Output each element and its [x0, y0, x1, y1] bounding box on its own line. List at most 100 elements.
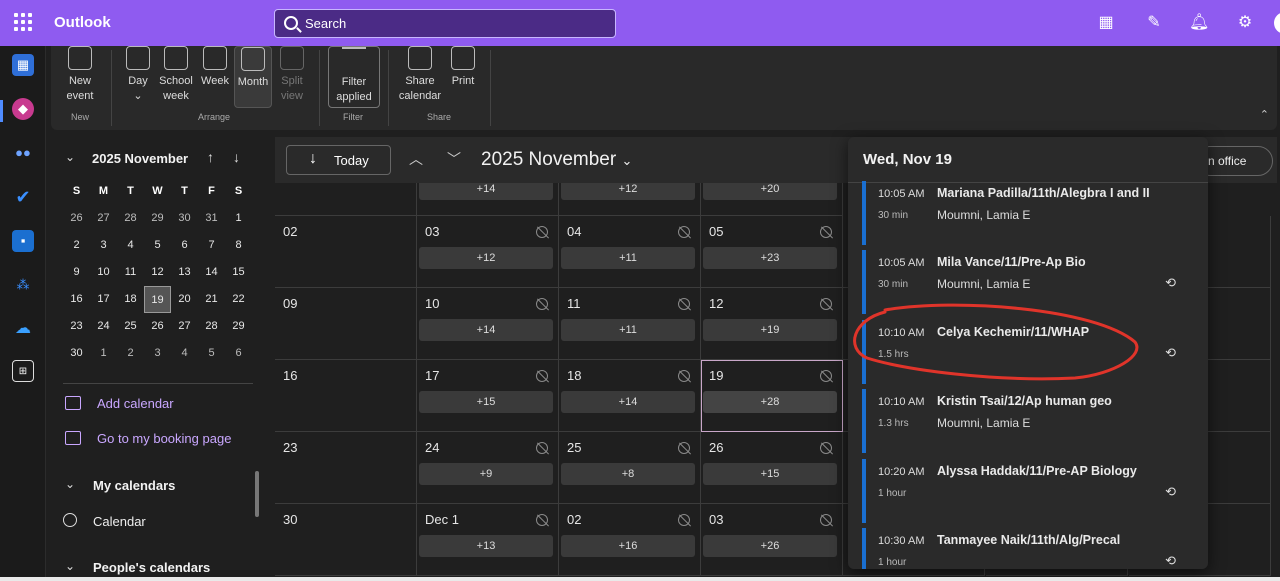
day-cell[interactable]: 04 +11 [559, 216, 701, 288]
chevron-down-icon[interactable]: ⌄ [65, 477, 75, 491]
mini-calendar-day[interactable]: 30 [171, 205, 198, 232]
mini-calendar-day[interactable]: 27 [90, 205, 117, 232]
mini-calendar-day[interactable]: 29 [225, 313, 252, 340]
mini-calendar-day[interactable]: 28 [117, 205, 144, 232]
mini-calendar-day[interactable]: 17 [90, 286, 117, 313]
share-calendar-button[interactable]: Share calendar [397, 46, 443, 104]
day-cell[interactable]: +14 [417, 183, 559, 216]
day-cell[interactable]: 18 +14 [559, 360, 701, 432]
todo-icon[interactable]: ✔ [12, 186, 34, 208]
day-cell[interactable]: 05 +23 [701, 216, 843, 288]
week-view-button[interactable]: Week [199, 46, 231, 89]
mini-calendar-day[interactable]: 5 [144, 232, 171, 259]
mini-calendar-day[interactable]: 13 [171, 259, 198, 286]
gear-icon[interactable]: ⚙ [1235, 13, 1255, 33]
mini-calendar-day[interactable]: 19 [144, 286, 171, 313]
more-events-button[interactable]: +20 [703, 183, 837, 200]
mini-calendar-day[interactable]: 4 [117, 232, 144, 259]
onedrive-icon[interactable]: ☁ [12, 318, 34, 340]
day-cell[interactable]: 25 +8 [559, 432, 701, 504]
more-events-button[interactable]: +14 [419, 319, 553, 341]
more-events-button[interactable]: +15 [419, 391, 553, 413]
mini-calendar-day[interactable]: 23 [63, 313, 90, 340]
mini-calendar-day[interactable]: 20 [171, 286, 198, 313]
more-events-button[interactable]: +15 [703, 463, 837, 485]
booking-page-link[interactable]: Go to my booking page [97, 431, 231, 446]
day-cell[interactable]: 30 [275, 504, 417, 576]
mini-calendar-day[interactable]: 26 [144, 313, 171, 340]
more-events-button[interactable]: +8 [561, 463, 695, 485]
mini-calendar-day[interactable]: 2 [63, 232, 90, 259]
day-view-button[interactable]: Day ⌄ [123, 46, 153, 104]
people-icon[interactable]: ●● [12, 142, 34, 164]
app-launcher-icon[interactable] [14, 13, 32, 31]
filter-button[interactable]: Filter applied [328, 46, 380, 108]
day-cell[interactable] [275, 183, 417, 216]
mini-calendar-day[interactable]: 30 [63, 340, 90, 367]
more-events-button[interactable]: +19 [703, 319, 837, 341]
mini-calendar-title[interactable]: 2025 November [92, 151, 188, 166]
event-item[interactable]: 10:10 AM 1.5 hrs Celya Kechemir/11/WHAP ⟲ [862, 320, 1192, 384]
mini-calendar-day[interactable]: 26 [63, 205, 90, 232]
more-events-button[interactable]: +14 [419, 183, 553, 200]
day-cell[interactable]: 23 [275, 432, 417, 504]
mini-calendar-day[interactable]: 3 [90, 232, 117, 259]
split-view-button[interactable]: Split view [275, 46, 309, 104]
mini-calendar-day[interactable]: 2 [117, 340, 144, 367]
mini-calendar-day[interactable]: 6 [171, 232, 198, 259]
day-cell[interactable]: 02 +16 [559, 504, 701, 576]
day-cell[interactable]: 12 +19 [701, 288, 843, 360]
day-cell[interactable]: 17 +15 [417, 360, 559, 432]
mini-calendar-day[interactable]: 15 [225, 259, 252, 286]
day-cell[interactable]: 03 +12 [417, 216, 559, 288]
mini-calendar-day[interactable]: 18 [117, 286, 144, 313]
today-button[interactable]: ↓ Today [286, 145, 391, 175]
more-events-button[interactable]: +9 [419, 463, 553, 485]
avatar[interactable] [1274, 12, 1280, 34]
chevron-down-icon[interactable]: ⌄ [65, 559, 75, 573]
calendar-name[interactable]: Calendar [93, 514, 146, 529]
save-icon[interactable]: ▪ [12, 230, 34, 252]
mini-calendar-day[interactable]: 1 [225, 205, 252, 232]
mini-calendar-day[interactable]: 7 [198, 232, 225, 259]
more-events-button[interactable]: +12 [419, 247, 553, 269]
month-title[interactable]: 2025 November ⌄ [481, 149, 632, 171]
mini-calendar-day[interactable]: 5 [198, 340, 225, 367]
mini-calendar-day[interactable]: 8 [225, 232, 252, 259]
sidebar-scrollbar[interactable] [255, 471, 259, 517]
event-item[interactable]: 10:20 AM 1 hour Alyssa Haddak/11/Pre-AP Bi… [862, 459, 1192, 523]
collapse-ribbon-icon[interactable]: ⌃ [1260, 108, 1269, 121]
day-cell[interactable]: 26 +15 [701, 432, 843, 504]
more-events-button[interactable]: +28 [703, 391, 837, 413]
day-cell[interactable]: 19 +28 [701, 360, 843, 432]
notes-icon[interactable]: ✎ [1144, 13, 1164, 33]
excel-icon[interactable]: ▦ [1096, 13, 1116, 33]
mini-calendar-day[interactable]: 21 [198, 286, 225, 313]
bell-icon[interactable]: 🔔︎ [1189, 13, 1209, 33]
mini-calendar-day[interactable]: 27 [171, 313, 198, 340]
print-button[interactable]: Print [449, 46, 477, 89]
day-cell[interactable]: Dec 1 +13 [417, 504, 559, 576]
mini-calendar-day[interactable]: 22 [225, 286, 252, 313]
more-events-button[interactable]: +23 [703, 247, 837, 269]
next-month-icon[interactable]: ↓ [233, 149, 240, 165]
more-events-button[interactable]: +16 [561, 535, 695, 557]
mini-calendar-day[interactable]: 12 [144, 259, 171, 286]
mini-calendar-day[interactable]: 28 [198, 313, 225, 340]
peoples-calendars-header[interactable]: People's calendars [93, 560, 210, 575]
day-cell[interactable]: 02 [275, 216, 417, 288]
mini-calendar-day[interactable]: 29 [144, 205, 171, 232]
chevron-down-icon[interactable]: ⌄ [65, 150, 75, 164]
copilot-icon[interactable]: ◆ [12, 98, 34, 120]
day-cell[interactable]: 11 +11 [559, 288, 701, 360]
event-item[interactable]: 10:10 AM 1.3 hrs Kristin Tsai/12/Ap human … [862, 389, 1192, 453]
mini-calendar-day[interactable]: 11 [117, 259, 144, 286]
calendar-app-icon[interactable]: ▦ [12, 54, 34, 76]
more-events-button[interactable]: +11 [561, 319, 695, 341]
mini-calendar-day[interactable]: 24 [90, 313, 117, 340]
calendar-toggle[interactable] [63, 513, 77, 527]
prev-month-icon[interactable]: ↑ [207, 149, 214, 165]
mini-calendar-day[interactable]: 31 [198, 205, 225, 232]
day-cell[interactable]: 09 [275, 288, 417, 360]
mini-calendar-day[interactable]: 4 [171, 340, 198, 367]
